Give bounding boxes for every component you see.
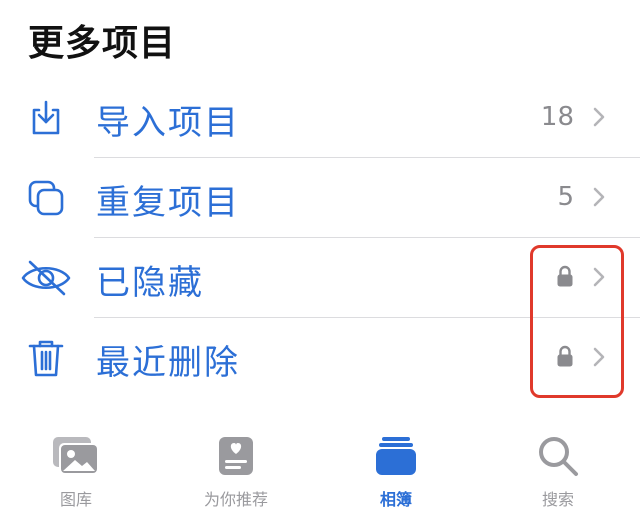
eye-slash-icon <box>20 257 72 299</box>
list-item-label: 重复项目 <box>96 183 240 223</box>
section-title: 更多项目 <box>28 23 177 64</box>
highlight-annotation <box>530 245 624 398</box>
list-item-label: 导入项目 <box>96 103 240 143</box>
tab-search[interactable]: 搜索 <box>498 434 618 514</box>
tab-bar: 图库 为你推荐 相簿 搜索 <box>0 430 640 522</box>
import-icon <box>20 97 72 139</box>
tab-library[interactable]: 图库 <box>16 434 136 514</box>
tab-for-you[interactable]: 为你推荐 <box>176 434 296 514</box>
tab-label: 为你推荐 <box>203 490 268 509</box>
list-item-label: 已隐藏 <box>96 263 204 303</box>
list-item-label: 最近删除 <box>96 343 240 383</box>
item-count: 18 <box>540 102 574 132</box>
item-count: 5 <box>557 182 574 212</box>
photo-library-icon <box>51 434 101 478</box>
tab-label: 相簿 <box>379 490 412 509</box>
tab-albums[interactable]: 相簿 <box>336 434 456 514</box>
list-item-duplicates[interactable]: 重复项目 5 <box>0 158 640 238</box>
albums-icon <box>371 434 421 478</box>
list-item-imports[interactable]: 导入项目 18 <box>0 78 640 158</box>
trash-icon <box>20 337 72 379</box>
tab-label: 图库 <box>59 490 92 509</box>
tab-label: 搜索 <box>541 490 574 509</box>
chevron-right-icon <box>592 186 606 208</box>
search-icon <box>533 434 583 478</box>
chevron-right-icon <box>592 106 606 128</box>
for-you-icon <box>211 434 261 478</box>
duplicate-icon <box>20 177 72 219</box>
